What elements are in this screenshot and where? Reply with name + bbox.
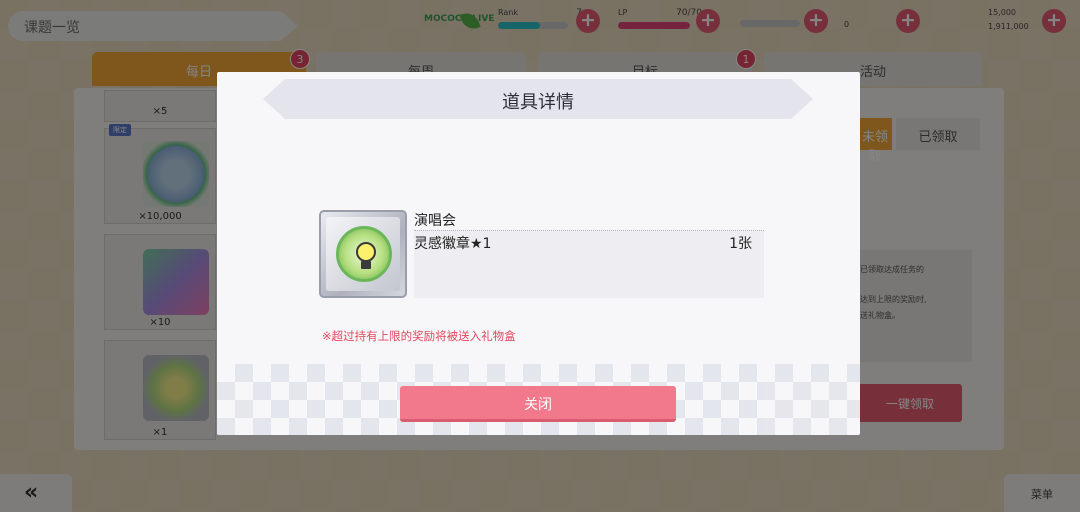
dialog-header: 道具详情	[263, 79, 813, 119]
reward-box: 灵感徽章★1 1张	[414, 230, 764, 298]
item-detail-dialog: 道具详情 演唱会 灵感徽章★1 1张 ※超过持有上限的奖励将被送入礼物盒 关闭	[217, 72, 860, 435]
item-frame-inner	[326, 217, 400, 291]
dialog-title: 道具详情	[502, 92, 574, 113]
limit-notice: ※超过持有上限的奖励将被送入礼物盒	[322, 329, 516, 343]
lightbulb-base	[361, 261, 371, 269]
close-label: 关闭	[524, 397, 552, 413]
inspiration-badge-icon	[336, 226, 392, 282]
item-frame	[319, 210, 407, 298]
lightbulb-icon	[356, 242, 376, 262]
item-name: 演唱会	[414, 213, 456, 229]
close-button[interactable]: 关闭	[400, 386, 676, 422]
reward-quantity: 1张	[729, 236, 752, 252]
reward-name: 灵感徽章★1	[414, 236, 492, 252]
